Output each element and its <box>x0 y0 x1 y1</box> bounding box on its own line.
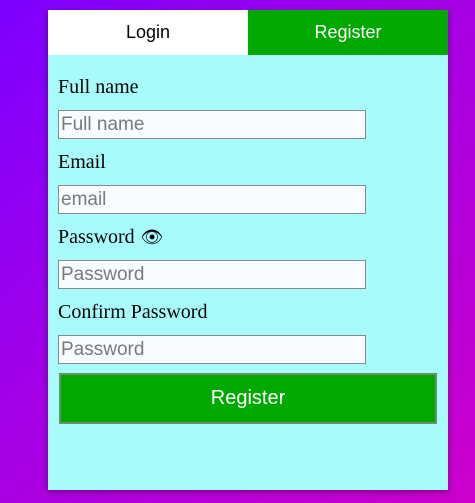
register-button[interactable]: Register <box>59 373 437 424</box>
register-card: Login Register Full name Email Password … <box>48 10 448 490</box>
full-name-label: Full name <box>58 74 438 100</box>
confirm-password-label: Confirm Password <box>58 299 438 325</box>
auth-tabs: Login Register <box>48 10 448 55</box>
full-name-input[interactable] <box>58 110 366 139</box>
register-form: Full name Email Password 👁 Confirm Passw… <box>48 74 448 424</box>
tab-register[interactable]: Register <box>248 10 448 55</box>
password-label: Password 👁 <box>58 224 438 250</box>
tab-login[interactable]: Login <box>48 10 248 55</box>
full-name-label-text: Full name <box>58 76 139 98</box>
confirm-password-input[interactable] <box>58 335 366 364</box>
email-label: Email <box>58 149 438 175</box>
email-label-text: Email <box>58 151 106 173</box>
email-input[interactable] <box>58 185 366 214</box>
password-label-text: Password <box>58 226 135 248</box>
password-input[interactable] <box>58 260 366 289</box>
confirm-password-label-text: Confirm Password <box>58 301 208 323</box>
eye-icon[interactable]: 👁 <box>141 224 164 250</box>
